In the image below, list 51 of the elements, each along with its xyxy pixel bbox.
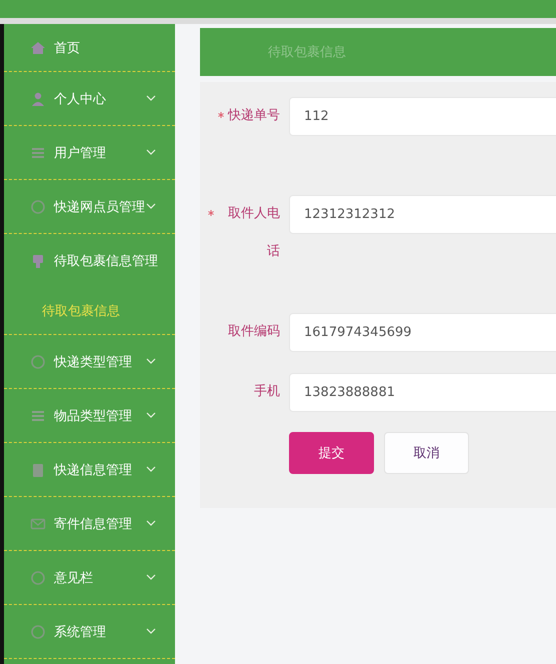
form-button[interactable]: 提交	[289, 432, 374, 474]
menu-label: 意见栏	[54, 570, 93, 586]
menu-label: 寄件信息管理	[54, 516, 132, 532]
field-label: 取件人电话	[227, 205, 280, 261]
menu-icon	[30, 40, 46, 56]
menu-item[interactable]: 快递类型管理	[4, 335, 175, 389]
menu-label: 物品类型管理	[54, 408, 132, 424]
menu-icon	[30, 570, 46, 586]
menu-item[interactable]: 首页	[4, 24, 175, 72]
chevron-down-icon	[146, 95, 156, 101]
chevron-down-icon	[146, 149, 156, 155]
menu-icon	[30, 462, 46, 478]
menu-item[interactable]: 快递网点员管理	[4, 180, 175, 234]
field-label: 手机	[254, 383, 280, 401]
menu-label: 快递网点员管理	[54, 198, 145, 216]
menu-icon	[30, 253, 46, 269]
chevron-down-icon	[146, 412, 156, 418]
menu-item[interactable]: 寄件信息管理	[4, 497, 175, 551]
menu-label: 个人中心	[54, 90, 106, 108]
input-field[interactable]: 12312312312	[289, 195, 556, 234]
breadcrumb-text: 待取包裹信息	[268, 44, 346, 61]
menu-item[interactable]: 意见栏	[4, 551, 175, 605]
submenu-item[interactable]: 待取包裹信息	[4, 288, 175, 335]
menu-item[interactable]: 个人中心	[4, 72, 175, 126]
chevron-down-icon	[146, 574, 156, 580]
input-field[interactable]: 1617974345699	[289, 313, 556, 352]
field-label: 快递单号	[228, 107, 280, 125]
chevron-down-icon	[146, 203, 156, 209]
menu-icon	[30, 198, 46, 214]
menu-label: 快递类型管理	[54, 354, 132, 370]
menu-item[interactable]: 物品类型管理	[4, 389, 175, 443]
menu-icon	[30, 354, 46, 370]
menu-icon	[30, 90, 46, 106]
menu-item[interactable]: 系统管理	[4, 605, 175, 659]
menu-icon	[30, 624, 46, 640]
menu-label: 快递信息管理	[54, 462, 132, 478]
input-field[interactable]: 112	[289, 97, 556, 136]
form-button[interactable]: 取消	[384, 432, 469, 474]
menu-item[interactable]: 用户管理	[4, 126, 175, 180]
chevron-down-icon	[146, 520, 156, 526]
chevron-down-icon	[146, 466, 156, 472]
menu-item[interactable]: 快递信息管理	[4, 443, 175, 497]
menu-label: 待取包裹信息管理	[54, 253, 158, 270]
menu-item[interactable]: 待取包裹信息管理	[4, 234, 175, 288]
menu-label: 用户管理	[54, 144, 106, 162]
field-label: 取件编码	[228, 323, 280, 341]
menu-label: 系统管理	[54, 624, 106, 640]
input-field[interactable]: 13823888881	[289, 373, 556, 412]
menu-label: 首页	[54, 40, 80, 56]
chevron-down-icon	[146, 628, 156, 634]
chevron-down-icon	[146, 358, 156, 364]
